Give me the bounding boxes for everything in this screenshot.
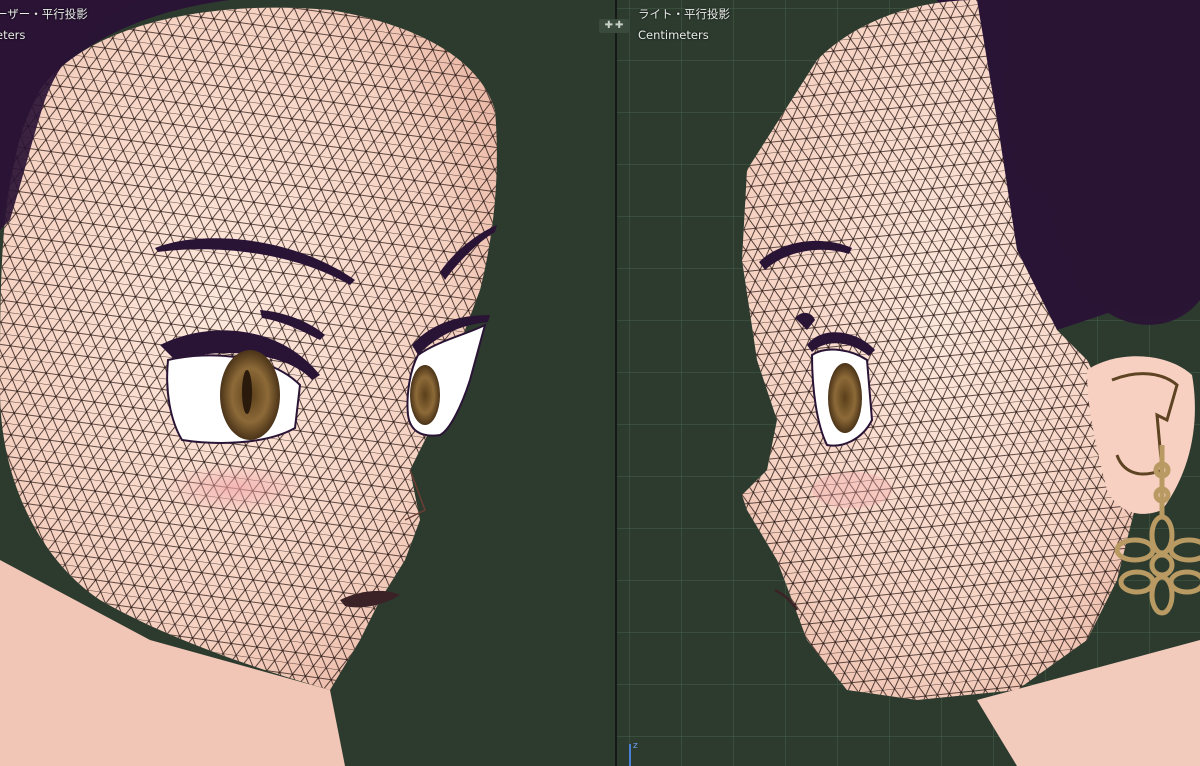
z-axis-icon: z <box>629 741 638 766</box>
pupil-left <box>242 370 252 414</box>
viewport-user-orthographic[interactable]: ーザー・平行投影 eters <box>0 0 615 766</box>
unit-label: eters <box>0 28 26 42</box>
unit-label: Centimeters <box>638 28 709 42</box>
iris-right <box>410 365 440 425</box>
cheek-blush <box>812 472 892 508</box>
cheek-blush <box>165 463 305 513</box>
plus-icon[interactable]: ✚ <box>605 21 613 31</box>
character-head-side-render <box>742 0 1200 766</box>
blender-window: ーザー・平行投影 eters <box>0 0 1200 766</box>
iris <box>828 363 862 433</box>
svg-text:z: z <box>633 741 638 751</box>
viewport-right-orthographic[interactable]: ライト・平行投影 Centimeters <box>617 0 1200 766</box>
view-title: ライト・平行投影 <box>638 7 730 21</box>
plus-icon[interactable]: ✚ <box>615 21 623 31</box>
character-head-front-render <box>0 0 497 766</box>
view-title: ーザー・平行投影 <box>0 7 88 21</box>
area-join-widget[interactable]: ✚ ✚ <box>599 19 629 33</box>
